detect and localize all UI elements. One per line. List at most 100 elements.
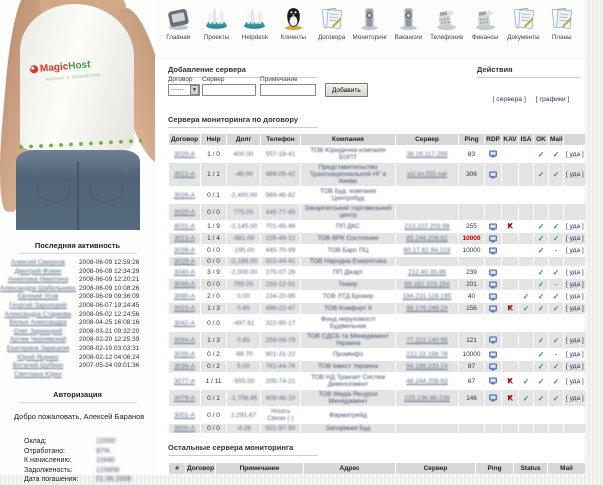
cell-debt: 755.00 (226, 278, 261, 291)
activity-user-link[interactable]: Олег Зарницкий (0, 328, 76, 337)
contract-link[interactable]: 3040-A (174, 269, 195, 276)
delete-link[interactable]: [ уда ] (566, 305, 584, 312)
rdp-icon[interactable] (489, 150, 497, 158)
nav-item-telephony[interactable]: Телефония (428, 6, 466, 57)
server-link[interactable]: 89.162.103.154 (404, 281, 449, 288)
rdp-icon[interactable] (489, 350, 497, 358)
contract-link[interactable]: 4031-A (174, 223, 195, 230)
server-input[interactable] (202, 84, 256, 96)
delete-link[interactable]: [ уда ] (566, 151, 584, 158)
delete-link[interactable]: [ уда ] (566, 281, 584, 288)
activity-user-link[interactable]: Дмитрий Фокин (0, 268, 76, 277)
nav-item-contracts[interactable]: Договора (312, 6, 350, 57)
contract-link[interactable]: 3042-A (174, 320, 195, 327)
contract-link[interactable]: 3029-A (174, 258, 195, 265)
contract-link[interactable]: 3029-A (174, 151, 195, 158)
activity-user-link[interactable]: Юрий Яценко (0, 354, 76, 363)
server-link[interactable]: st2.kv.255.net (407, 171, 447, 178)
activity-user-link[interactable]: Евгений Усов (0, 293, 76, 302)
rdp-icon[interactable] (489, 377, 497, 385)
delete-link[interactable]: [ уда ] (566, 269, 584, 276)
delete-link[interactable]: [ уда ] (566, 293, 584, 300)
add-button[interactable]: Добавить (325, 83, 368, 97)
rdp-icon[interactable] (489, 280, 497, 288)
rdp-icon[interactable] (489, 292, 497, 300)
activity-user-link[interactable]: Екатерина Зарецкая (0, 345, 76, 354)
rdp-icon[interactable] (489, 234, 497, 242)
contract-link[interactable]: 3046-A (174, 281, 195, 288)
server-link[interactable]: 212.40.35.86 (408, 269, 446, 276)
note-input[interactable] (260, 84, 316, 96)
server-link[interactable]: 212.22.198.78 (406, 351, 448, 358)
delete-link[interactable]: [ уда ] (566, 171, 584, 178)
kav-icon[interactable]: K (507, 395, 512, 402)
server-link[interactable]: 85.244.208.62 (406, 235, 448, 242)
kav-icon[interactable]: K (507, 378, 512, 385)
contract-link[interactable]: 3035-A (174, 351, 195, 358)
delete-link[interactable]: [ уда ] (566, 378, 584, 385)
servers-link[interactable]: [ сервера ] (492, 96, 525, 103)
delete-link[interactable]: [ уда ] (566, 235, 584, 242)
rdp-icon[interactable] (489, 304, 497, 312)
nav-item-home[interactable]: Главная (159, 6, 197, 57)
kav-icon[interactable]: K (507, 223, 512, 230)
contract-link[interactable]: 3023-A (174, 235, 195, 242)
contract-link[interactable]: 3079-A (174, 395, 195, 402)
chevron-down-icon[interactable]: ▼ (190, 85, 199, 95)
stat-row: Дата погашения: 01.06.2008 (24, 475, 155, 485)
activity-user-link[interactable]: Александра Шабельникова (0, 285, 76, 294)
nav-item-projects[interactable]: Проекты (197, 6, 235, 57)
delete-link[interactable]: [ уда ] (566, 395, 584, 402)
nav-item-helpdesk[interactable]: Helpdesk (236, 6, 274, 57)
server-link[interactable]: 213.107.203.98 (404, 223, 449, 230)
server-link[interactable]: 38.29.117.299 (406, 151, 447, 158)
activity-user-link[interactable]: Алексей Смирнов (0, 259, 76, 268)
contract-link[interactable]: 3039-A (174, 363, 195, 370)
delete-link[interactable]: [ уда ] (566, 351, 584, 358)
contract-select[interactable]: ------ ▼ (168, 84, 200, 96)
rdp-icon[interactable] (489, 336, 497, 344)
server-link[interactable]: 194.231.128.195 (403, 293, 452, 300)
activity-user-link[interactable]: Александра Старкова (0, 311, 76, 320)
rdp-icon[interactable] (489, 170, 497, 178)
nav-item-documents[interactable]: Документы (504, 6, 542, 57)
rdp-icon[interactable] (489, 268, 497, 276)
graphs-link[interactable]: [ графики ] (536, 96, 570, 103)
contract-link[interactable]: 3090-A (174, 293, 195, 300)
server-link[interactable]: 215.236.86.238 (404, 395, 449, 402)
server-link[interactable]: 80.17.82.94.219 (404, 247, 451, 254)
contract-link[interactable]: 3039-A (174, 247, 195, 254)
contract-link[interactable]: 3022-A (174, 171, 195, 178)
rdp-icon[interactable] (489, 246, 497, 254)
nav-item-plans[interactable]: Планы (543, 6, 581, 57)
delete-link[interactable]: [ уда ] (566, 247, 584, 254)
activity-user-link[interactable]: Вялых Александра (0, 319, 76, 328)
activity-user-link[interactable]: Анжелика Никитина (0, 276, 76, 285)
contract-link[interactable]: 3023-A (174, 305, 195, 312)
activity-user-link[interactable]: Светлана Юрко (0, 371, 76, 380)
nav-item-clients[interactable]: Клиенты (274, 6, 312, 57)
rdp-icon[interactable] (489, 394, 497, 402)
server-link[interactable]: 94.198.233.24 (406, 363, 448, 370)
activity-user-link[interactable]: Артем Чернявский (0, 336, 76, 345)
activity-user-link[interactable]: Георгий Зарницкий (0, 302, 76, 311)
kav-icon[interactable]: K (507, 305, 512, 312)
rdp-icon[interactable] (489, 362, 497, 370)
contract-link[interactable]: 3000-A (174, 425, 195, 432)
server-link[interactable]: 48.244.208.63 (406, 378, 448, 385)
contract-link[interactable]: 3001-A (174, 412, 195, 419)
server-link[interactable]: 77.222.140.95 (406, 337, 448, 344)
nav-item-vacancies[interactable]: Вакансии (389, 6, 427, 57)
delete-link[interactable]: [ уда ] (566, 337, 584, 344)
activity-user-link[interactable]: Виталий Шубкин (0, 362, 76, 371)
contract-link[interactable]: 3026-A (174, 192, 195, 199)
server-link[interactable]: 96.176.249.24 (406, 305, 448, 312)
contract-link[interactable]: 3094-A (174, 337, 195, 344)
contract-link[interactable]: 3029-A (174, 209, 195, 216)
nav-item-monitoring[interactable]: Мониторинг (351, 6, 389, 57)
delete-link[interactable]: [ уда ] (566, 363, 584, 370)
nav-item-finance[interactable]: Финансы (466, 6, 504, 57)
contract-link[interactable]: 3077-A (174, 378, 195, 385)
delete-link[interactable]: [ уда ] (566, 223, 584, 230)
rdp-icon[interactable] (489, 222, 497, 230)
